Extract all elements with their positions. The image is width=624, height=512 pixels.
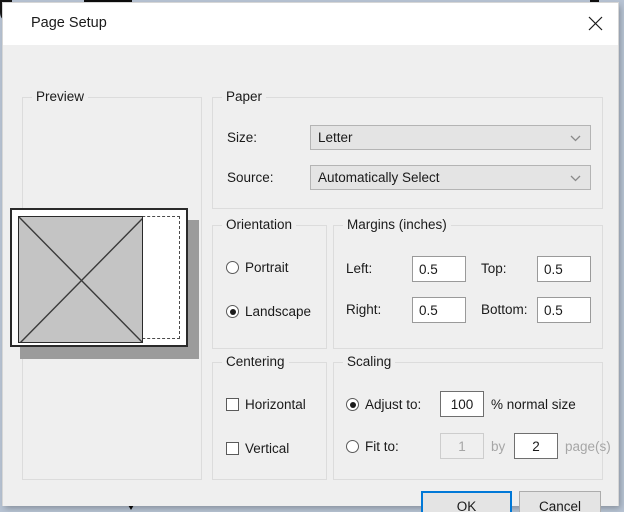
- margin-bottom-input[interactable]: 0.5: [537, 297, 591, 323]
- checkbox-vertical-indicator: [226, 442, 239, 455]
- margin-top-label: Top:: [481, 261, 507, 276]
- chevron-down-icon: [570, 129, 581, 147]
- preview-page-sheet: [10, 208, 188, 347]
- radio-fit-to[interactable]: Fit to:: [346, 439, 399, 454]
- paper-source-value: Automatically Select: [318, 170, 440, 185]
- fit-pages-wide-input[interactable]: 1: [440, 433, 484, 459]
- paper-size-label: Size:: [227, 130, 258, 145]
- page-preview: [10, 208, 199, 359]
- margin-left-input[interactable]: 0.5: [412, 256, 466, 282]
- checkbox-horizontal[interactable]: Horizontal: [226, 397, 306, 412]
- orientation-group-label: Orientation: [222, 217, 297, 232]
- radio-fit-to-indicator: [346, 440, 359, 453]
- title-bar: Page Setup: [3, 3, 618, 45]
- paper-group: Paper Size: Letter Source: Automatically…: [212, 89, 603, 209]
- window-title: Page Setup: [31, 15, 107, 31]
- margins-group-label: Margins (inches): [343, 217, 451, 232]
- radio-landscape[interactable]: Landscape: [226, 304, 311, 319]
- radio-adjust-to-indicator: [346, 398, 359, 411]
- scaling-group-label: Scaling: [343, 354, 396, 369]
- radio-fit-to-label: Fit to:: [365, 439, 399, 454]
- margin-right-input[interactable]: 0.5: [412, 297, 466, 323]
- cancel-button[interactable]: Cancel: [519, 491, 601, 512]
- dialog-body: Preview Paper Size: Letter Source: Autom…: [3, 45, 618, 512]
- fit-pages-tall-input[interactable]: 2: [514, 433, 558, 459]
- scaling-group: Scaling Adjust to: 100 % normal size Fit…: [333, 354, 611, 480]
- orientation-group: Orientation Portrait Landscape: [212, 217, 327, 349]
- screen: ... Page Setup Preview: [0, 0, 624, 512]
- checkbox-vertical-label: Vertical: [245, 441, 290, 456]
- radio-adjust-to-label: Adjust to:: [365, 397, 422, 412]
- centering-group-label: Centering: [222, 354, 289, 369]
- radio-portrait-indicator: [226, 261, 239, 274]
- chevron-down-icon: [570, 169, 581, 187]
- adjust-percent-suffix: % normal size: [491, 397, 576, 412]
- paper-source-combobox[interactable]: Automatically Select: [310, 165, 591, 190]
- checkbox-horizontal-indicator: [226, 398, 239, 411]
- close-icon[interactable]: [572, 3, 618, 44]
- radio-adjust-to[interactable]: Adjust to:: [346, 397, 421, 412]
- paper-size-value: Letter: [318, 130, 353, 145]
- margins-group: Margins (inches) Left: 0.5 Top: 0.5 Righ…: [333, 217, 603, 349]
- margin-right-label: Right:: [346, 302, 382, 317]
- ok-button[interactable]: OK: [421, 491, 512, 512]
- fit-pages-suffix: page(s): [565, 439, 611, 454]
- margin-left-label: Left:: [346, 261, 373, 276]
- preview-content-box: [18, 216, 143, 343]
- checkbox-horizontal-label: Horizontal: [245, 397, 306, 412]
- fit-by-label: by: [491, 439, 506, 454]
- radio-landscape-label: Landscape: [245, 304, 312, 319]
- paper-source-label: Source:: [227, 170, 274, 185]
- radio-landscape-indicator: [226, 305, 239, 318]
- radio-portrait[interactable]: Portrait: [226, 260, 289, 275]
- centering-group: Centering Horizontal Vertical: [212, 354, 327, 480]
- radio-portrait-label: Portrait: [245, 260, 289, 275]
- paper-size-combobox[interactable]: Letter: [310, 125, 591, 150]
- margin-top-input[interactable]: 0.5: [537, 256, 591, 282]
- page-setup-dialog: Page Setup Preview Paper Size: Letter So…: [3, 3, 618, 512]
- margin-bottom-label: Bottom:: [481, 302, 528, 317]
- adjust-percent-input[interactable]: 100: [440, 391, 484, 417]
- preview-group-label: Preview: [32, 89, 89, 104]
- checkbox-vertical[interactable]: Vertical: [226, 441, 289, 456]
- paper-group-label: Paper: [222, 89, 267, 104]
